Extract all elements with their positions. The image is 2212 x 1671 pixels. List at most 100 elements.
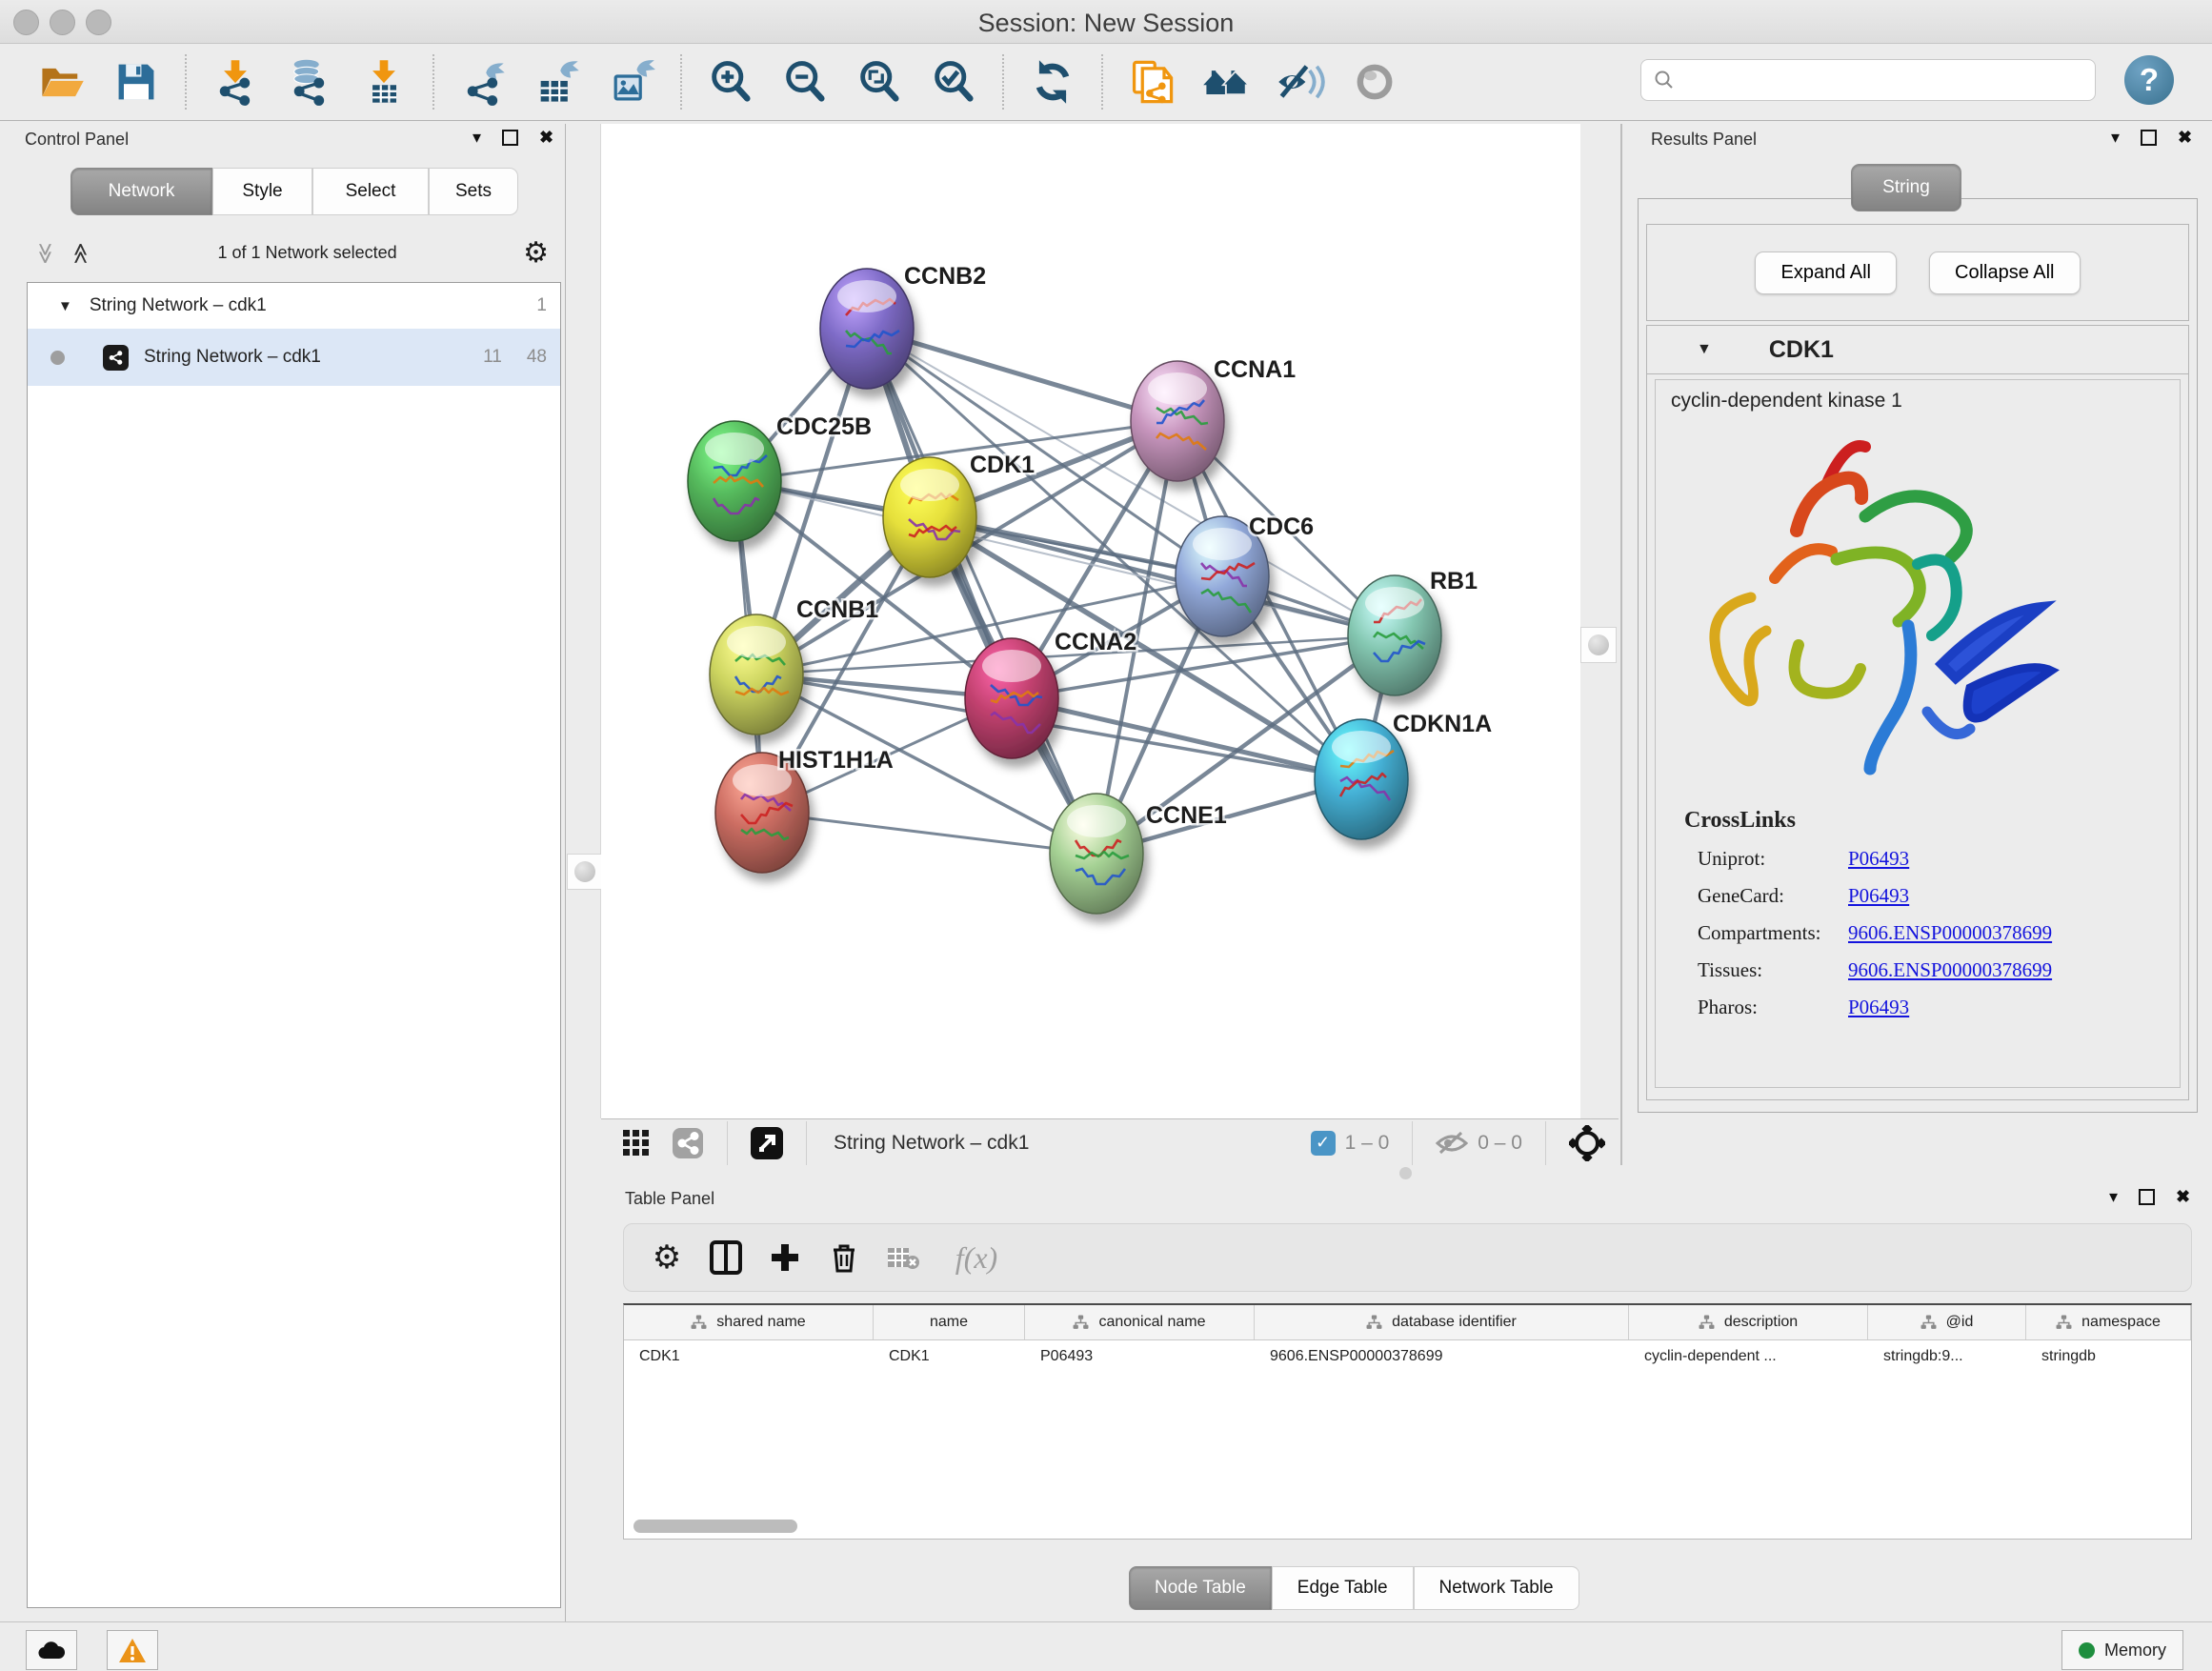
zoom-in-button[interactable] [701, 52, 760, 111]
result-entry-header[interactable]: ▼ CDK1 [1647, 326, 2188, 374]
table-gear-icon[interactable]: ⚙ [641, 1232, 693, 1283]
table-cell[interactable]: 9606.ENSP00000378699 [1255, 1340, 1629, 1373]
close-panel-icon[interactable]: ✖ [539, 128, 553, 148]
open-session-button[interactable] [32, 52, 91, 111]
tab-string[interactable]: String [1851, 164, 1961, 211]
search-input[interactable] [1676, 69, 2061, 91]
close-panel-icon[interactable]: ✖ [2178, 128, 2192, 148]
float-panel-icon[interactable] [502, 130, 518, 146]
import-table-button[interactable] [354, 52, 413, 111]
float-panel-icon[interactable] [2141, 130, 2157, 146]
network-badge-icon[interactable] [662, 1117, 714, 1169]
grid-mode-button[interactable] [611, 1117, 662, 1169]
left-splitter[interactable] [569, 124, 601, 1118]
float-panel-icon[interactable] [2139, 1189, 2155, 1205]
crosslink-value[interactable]: P06493 [1848, 847, 1909, 871]
tab-network-table[interactable]: Network Table [1414, 1566, 1579, 1610]
zoom-out-button[interactable] [775, 52, 835, 111]
network-node[interactable] [965, 638, 1058, 758]
delete-column-icon[interactable] [818, 1232, 870, 1283]
column-header--id[interactable]: @id [1868, 1305, 2026, 1339]
table-cell[interactable]: P06493 [1025, 1340, 1255, 1373]
network-collection-row[interactable]: ▼ String Network – cdk1 1 [28, 283, 560, 329]
network-canvas[interactable]: CCNB2CCNA1CDC25BCDK1CDC6RB1CCNB1CCNA2CDK… [601, 124, 1580, 1118]
export-image-button[interactable] [602, 52, 661, 111]
network-node[interactable] [1131, 361, 1224, 481]
entry-collapse-icon[interactable]: ▼ [1697, 341, 1712, 358]
gear-icon[interactable]: ⚙ [523, 236, 549, 270]
table-cell[interactable]: stringdb [2026, 1340, 2191, 1373]
collapse-all-icon[interactable]: ≫ [33, 242, 58, 264]
table-row[interactable]: CDK1CDK1P064939606.ENSP00000378699cyclin… [624, 1340, 2191, 1373]
birdseye-button[interactable] [1345, 52, 1404, 111]
column-header-shared-name[interactable]: shared name [624, 1305, 874, 1339]
warning-button[interactable] [107, 1630, 158, 1670]
selected-checkbox[interactable]: ✓ [1311, 1131, 1336, 1156]
table-cell[interactable]: CDK1 [874, 1340, 1025, 1373]
tab-edge-table[interactable]: Edge Table [1272, 1566, 1414, 1610]
network-node[interactable] [883, 457, 976, 577]
network-view-toolbar: String Network – cdk1 ✓ 1 – 0 0 – 0 [601, 1118, 1619, 1166]
horizontal-scrollbar[interactable] [633, 1520, 797, 1533]
open-in-window-button[interactable] [741, 1117, 793, 1169]
left-splitter-handle[interactable] [567, 854, 603, 890]
crosslink-value[interactable]: P06493 [1848, 884, 1909, 908]
close-panel-icon[interactable]: ✖ [2176, 1187, 2190, 1207]
column-header-name[interactable]: name [874, 1305, 1025, 1339]
save-session-button[interactable] [107, 52, 166, 111]
panel-menu-icon[interactable]: ▾ [2111, 128, 2120, 148]
import-database-button[interactable] [280, 52, 339, 111]
import-network-button[interactable] [206, 52, 265, 111]
results-box: Expand All Collapse All ▼ CDK1 cyclin-de… [1638, 198, 2198, 1113]
tab-style[interactable]: Style [212, 168, 312, 215]
network-row[interactable]: String Network – cdk1 11 48 [28, 329, 560, 386]
table-cell[interactable]: stringdb:9... [1868, 1340, 2026, 1373]
export-table-button[interactable] [528, 52, 587, 111]
search-box[interactable] [1640, 59, 2096, 101]
panel-menu-icon[interactable]: ▾ [2109, 1187, 2118, 1207]
node-table[interactable]: shared namename canonical name database … [623, 1303, 2192, 1540]
houses-button[interactable] [1196, 52, 1256, 111]
splitter-handle-dot[interactable] [1399, 1167, 1412, 1179]
cloud-button[interactable] [26, 1630, 77, 1670]
horizontal-splitter[interactable] [573, 1165, 2212, 1181]
crosshair-icon[interactable] [1569, 1125, 1605, 1161]
column-header-database-identifier[interactable]: database identifier [1255, 1305, 1629, 1339]
network-node[interactable] [710, 614, 803, 735]
network-node[interactable] [688, 421, 781, 541]
add-column-icon[interactable] [759, 1232, 811, 1283]
help-button[interactable]: ? [2124, 55, 2174, 105]
right-splitter-handle[interactable] [1580, 627, 1617, 663]
network-node[interactable] [1050, 794, 1143, 914]
table-cell[interactable]: CDK1 [624, 1340, 874, 1373]
right-splitter[interactable] [1580, 124, 1612, 1118]
show-columns-icon[interactable] [700, 1232, 752, 1283]
table-cell[interactable]: cyclin-dependent ... [1629, 1340, 1868, 1373]
tab-select[interactable]: Select [312, 168, 429, 215]
crosslink-value[interactable]: 9606.ENSP00000378699 [1848, 921, 2052, 945]
network-node[interactable] [820, 269, 914, 389]
tab-network[interactable]: Network [70, 168, 212, 215]
hide-details-button[interactable] [1271, 52, 1330, 111]
expand-all-button[interactable]: Expand All [1755, 252, 1897, 294]
zoom-fit-button[interactable] [850, 52, 909, 111]
zoom-selected-button[interactable] [924, 52, 983, 111]
collapse-all-button[interactable]: Collapse All [1929, 252, 2081, 294]
column-header-description[interactable]: description [1629, 1305, 1868, 1339]
tab-sets[interactable]: Sets [429, 168, 518, 215]
memory-button[interactable]: Memory [2061, 1630, 2183, 1670]
clone-network-button[interactable] [1122, 52, 1181, 111]
network-node[interactable] [1348, 575, 1441, 695]
column-header-canonical-name[interactable]: canonical name [1025, 1305, 1255, 1339]
apply-layout-button[interactable] [1023, 52, 1082, 111]
crosslink-value[interactable]: P06493 [1848, 996, 1909, 1019]
delete-table-icon [877, 1232, 929, 1283]
crosslink-label: Pharos: [1698, 996, 1848, 1019]
export-network-button[interactable] [453, 52, 513, 111]
collection-expand-icon[interactable]: ▼ [58, 298, 72, 314]
expand-all-icon[interactable]: ≫ [69, 242, 93, 264]
crosslink-value[interactable]: 9606.ENSP00000378699 [1848, 958, 2052, 982]
tab-node-table[interactable]: Node Table [1129, 1566, 1272, 1610]
panel-menu-icon[interactable]: ▾ [473, 128, 481, 148]
column-header-namespace[interactable]: namespace [2026, 1305, 2191, 1339]
